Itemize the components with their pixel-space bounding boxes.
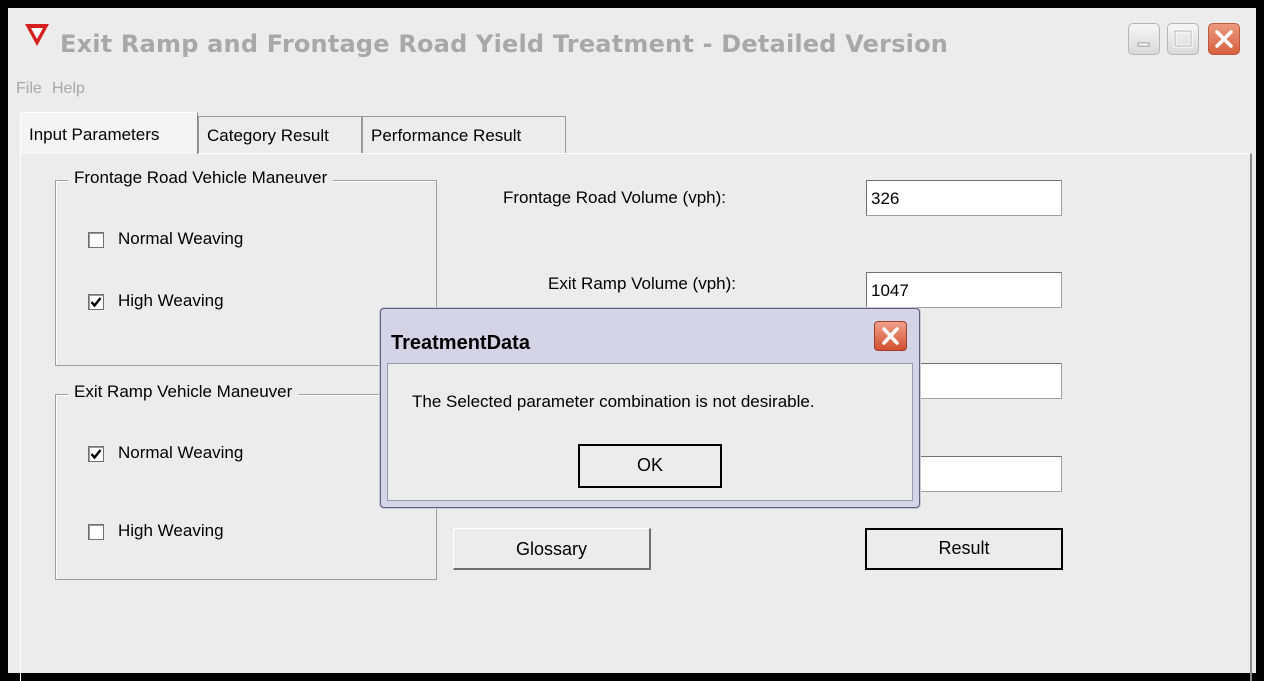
frontage-group-title: Frontage Road Vehicle Maneuver [68, 168, 334, 188]
glossary-button[interactable]: Glossary [453, 528, 651, 570]
checkbox-label: Normal Weaving [118, 229, 244, 248]
minimize-icon [1137, 42, 1150, 47]
tab-category-result[interactable]: Category Result [198, 116, 362, 154]
minimize-button[interactable] [1128, 23, 1160, 55]
frontage-volume-label: Frontage Road Volume (vph): [503, 188, 727, 207]
tab-input-parameters[interactable]: Input Parameters [20, 112, 198, 154]
checkmark-icon [90, 449, 102, 460]
dialog-close-button[interactable] [874, 321, 907, 351]
checkbox-label: Normal Weaving [118, 443, 244, 462]
checkmark-icon [90, 297, 102, 308]
frontage-volume-input[interactable]: 326 [866, 180, 1062, 216]
menu-file[interactable]: File [16, 80, 42, 98]
checkbox-label: High Weaving [118, 521, 224, 540]
checkbox-box[interactable] [88, 232, 104, 248]
main-window: Exit Ramp and Frontage Road Yield Treatm… [0, 0, 1264, 681]
result-button[interactable]: Result [865, 528, 1063, 570]
close-button[interactable] [1208, 23, 1240, 55]
exit-volume-label: Exit Ramp Volume (vph): [548, 274, 737, 293]
menu-help[interactable]: Help [52, 80, 85, 98]
checkbox-label: High Weaving [118, 291, 224, 310]
ok-button[interactable]: OK [578, 444, 722, 488]
tab-performance-result[interactable]: Performance Result [362, 116, 566, 154]
checkbox-box[interactable] [88, 446, 104, 462]
maximize-icon [1173, 29, 1193, 48]
window-title: Exit Ramp and Frontage Road Yield Treatm… [60, 30, 949, 58]
dialog-body: The Selected parameter combination is no… [387, 363, 913, 501]
menu-bar: File Help [8, 70, 1256, 110]
close-icon [1215, 30, 1233, 48]
close-icon [882, 327, 899, 345]
treatment-data-dialog: TreatmentData The Selected parameter com… [380, 308, 920, 508]
checkbox-box[interactable] [88, 524, 104, 540]
exit-volume-input[interactable]: 1047 [866, 272, 1062, 308]
title-bar[interactable]: Exit Ramp and Frontage Road Yield Treatm… [8, 8, 1256, 70]
dialog-title: TreatmentData [391, 332, 530, 354]
checkbox-box[interactable] [88, 294, 104, 310]
exit-group-title: Exit Ramp Vehicle Maneuver [68, 382, 299, 402]
maximize-button[interactable] [1167, 23, 1199, 55]
yield-sign-icon [25, 24, 49, 46]
dialog-message: The Selected parameter combination is no… [412, 392, 815, 411]
